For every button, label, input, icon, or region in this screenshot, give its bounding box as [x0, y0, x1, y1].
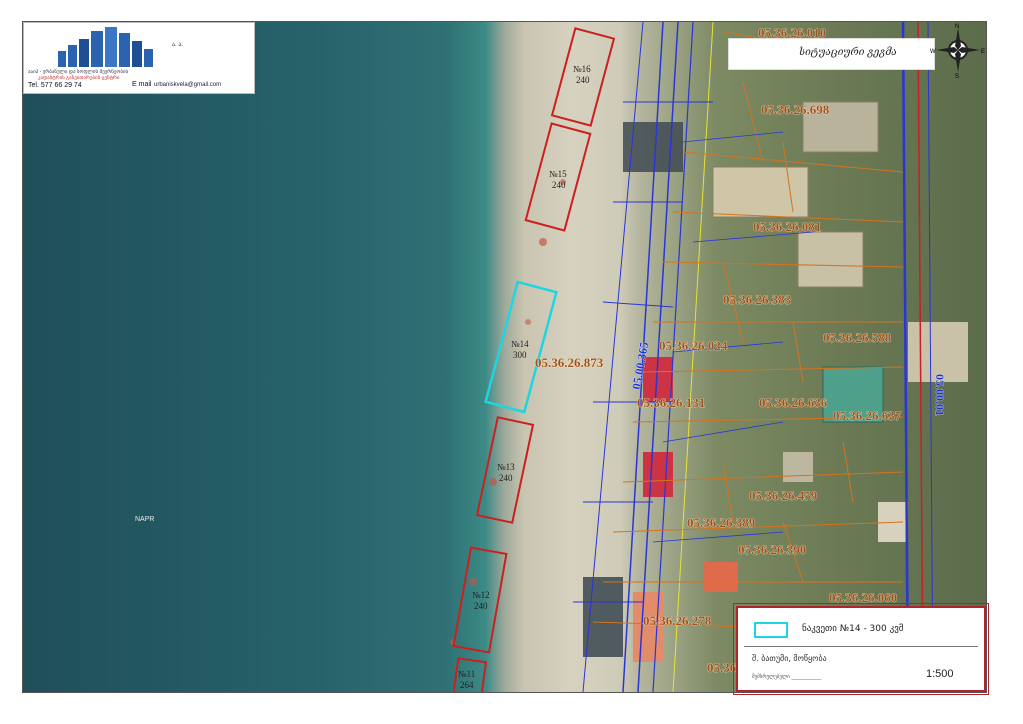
logo-email[interactable]: urbaniskvela@gmail.com: [154, 82, 221, 88]
logo-org-subtitle: კადასტრის განვითარების ცენტრი: [38, 75, 120, 81]
parcel-label: 05.36.26.060: [829, 590, 897, 605]
lot-11-label: №11: [458, 669, 475, 679]
parcel-label: 05.36.26.081: [753, 219, 821, 234]
lot-12[interactable]: [452, 546, 508, 654]
parcel-label: 05.36.26.636: [759, 395, 828, 410]
parcel-label: 05.36.26.459: [749, 488, 818, 503]
logo-monogram: ა. ა.: [172, 42, 184, 48]
legend-label: ნაკვეთი №14 - 300 კვმ: [802, 624, 904, 634]
orthophoto-map: №16 240 №15 240 №14 300 №13 240 №12 240 …: [135, 22, 968, 692]
sea-label: NAPR: [135, 516, 154, 523]
parcel-label: 05.36.26.278: [643, 613, 712, 628]
compass-w: W: [930, 49, 936, 55]
lot-15-area: 240: [552, 180, 566, 190]
parcel-label: 05.36.26.131: [637, 395, 705, 410]
compass-e: E: [981, 49, 985, 55]
map-title-panel: სიტუაციური გეგმა: [728, 38, 935, 70]
parcel-label: 05.36.26.873: [535, 355, 604, 370]
buildings-logo-icon: [58, 27, 153, 67]
map-legend: ნაკვეთი №14 - 300 კვმ შ. ბათუმი, მოწყობა…: [733, 603, 989, 695]
legend-signature: შემსრულებელი ____________: [752, 674, 822, 680]
lot-14-label: №14: [511, 339, 529, 349]
company-logo-panel: ა. ა. ააიპ - ურბანული და სოფლის მეურნეობ…: [23, 22, 255, 94]
road-label: 05.00.01: [933, 374, 947, 416]
compass-s: S: [955, 74, 959, 78]
parcel-label: 05.36.26.588: [823, 330, 892, 345]
lot-11-area: 264: [460, 680, 474, 690]
lot-16-area: 240: [576, 75, 590, 85]
parcel-label: 05.36.26.389: [687, 515, 756, 530]
parcel-label: 05.36.26.390: [738, 542, 806, 557]
legend-swatch: [754, 622, 788, 638]
parcel-label: 05.36.26.698: [761, 102, 830, 117]
map-view[interactable]: №16 240 №15 240 №14 300 №13 240 №12 240 …: [22, 21, 987, 693]
logo-email-label: E mail: [132, 81, 152, 88]
lot-14-area: 300: [513, 350, 527, 360]
lot-16-label: №16: [573, 64, 591, 74]
lot-12-label: №12: [472, 590, 490, 600]
legend-location: შ. ბათუმი, მოწყობა: [752, 654, 827, 663]
parcel-label: 05.36.26.383: [723, 292, 792, 307]
map-scale: 1:500: [926, 668, 954, 680]
lot-15-label: №15: [549, 169, 567, 179]
parcel-label: 05.36.26.637: [833, 408, 902, 423]
lot-13-area: 240: [499, 473, 513, 483]
beach-umbrellas: [450, 179, 566, 645]
lot-13-label: №13: [497, 462, 515, 472]
parcel-label: 05.36.26.024: [659, 338, 728, 353]
legend-divider: [744, 646, 978, 647]
compass-rose-icon: N S W E: [930, 22, 986, 80]
map-title: სიტუაციური გეგმა: [799, 47, 897, 58]
lot-12-area: 240: [474, 601, 488, 611]
parcel-label: 05.36: [707, 660, 737, 675]
logo-phone: Tel. 577 66 29 74: [28, 82, 82, 89]
compass-n: N: [955, 24, 959, 30]
